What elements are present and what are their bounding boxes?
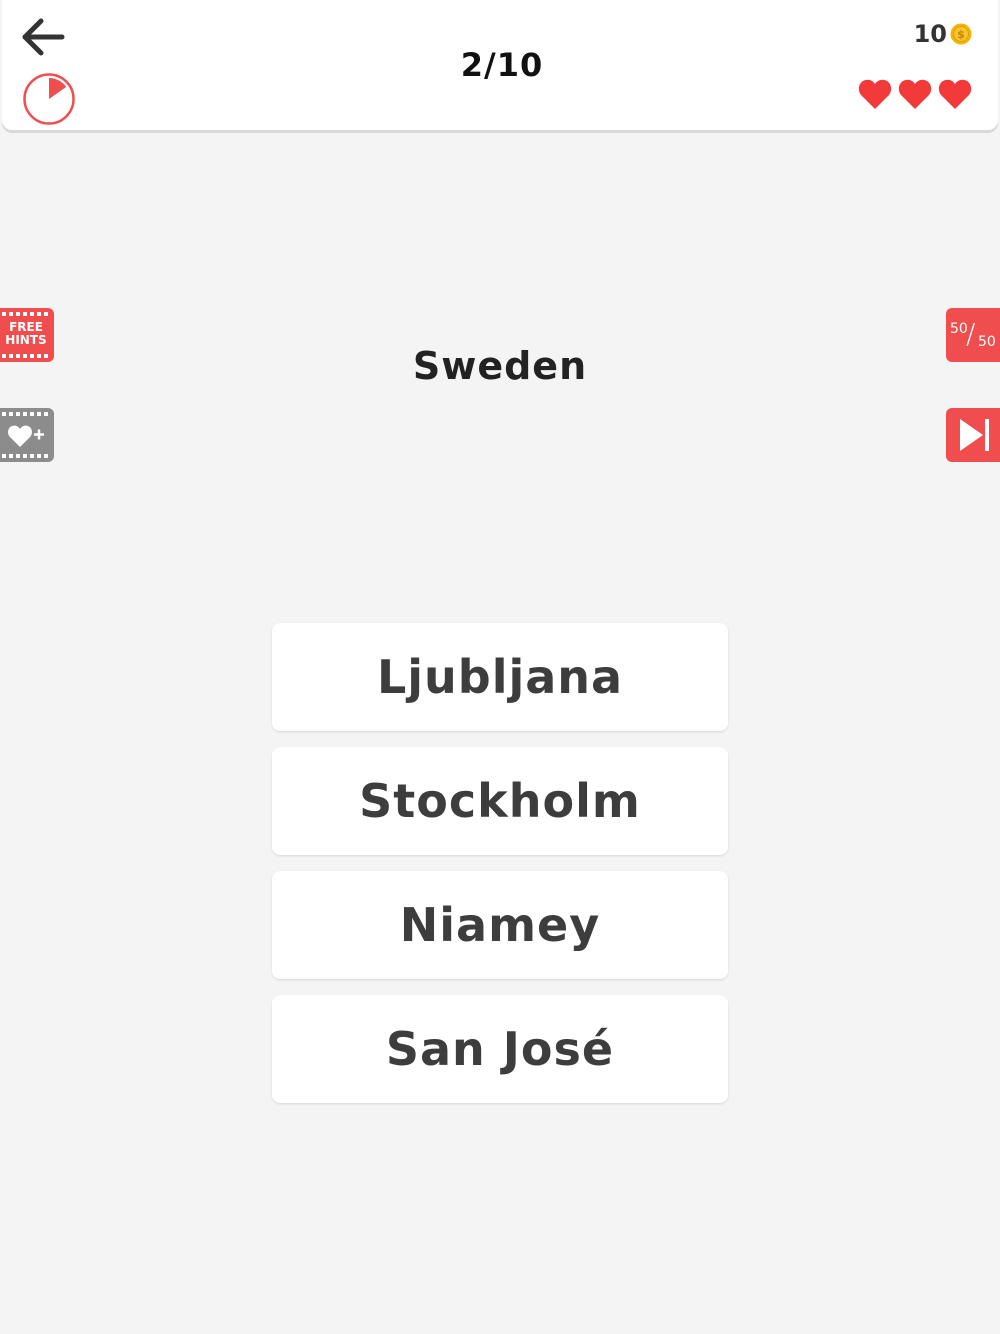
answer-list: Ljubljana Stockholm Niamey San José: [272, 623, 728, 1119]
coin-count: 10: [913, 20, 947, 48]
heart-icon: [858, 79, 892, 109]
answer-option[interactable]: Niamey: [272, 871, 728, 979]
heart-icon: [898, 79, 932, 109]
question-text: Sweden: [412, 344, 588, 388]
extra-life-button[interactable]: [0, 408, 54, 462]
film-strip-edge: [2, 454, 50, 458]
heart-icon: [938, 79, 972, 109]
coin-balance: 10 $: [914, 18, 972, 50]
top-bar: 2/10 10 $: [2, 0, 998, 130]
quiz-screen: 2/10 10 $ FREE HINTS 50 / 50 Sweden Ljub…: [0, 0, 1000, 1334]
answer-option[interactable]: San José: [272, 995, 728, 1103]
lives-indicator: [858, 78, 972, 110]
answer-option[interactable]: Ljubljana: [272, 623, 728, 731]
coin-icon: $: [950, 23, 972, 45]
answer-option[interactable]: Stockholm: [272, 747, 728, 855]
skip-forward-icon: [960, 419, 989, 451]
film-strip-edge: [2, 312, 50, 316]
question-progress: 2/10: [460, 46, 544, 84]
svg-text:$: $: [957, 28, 965, 41]
skip-question-button[interactable]: [946, 408, 1000, 462]
